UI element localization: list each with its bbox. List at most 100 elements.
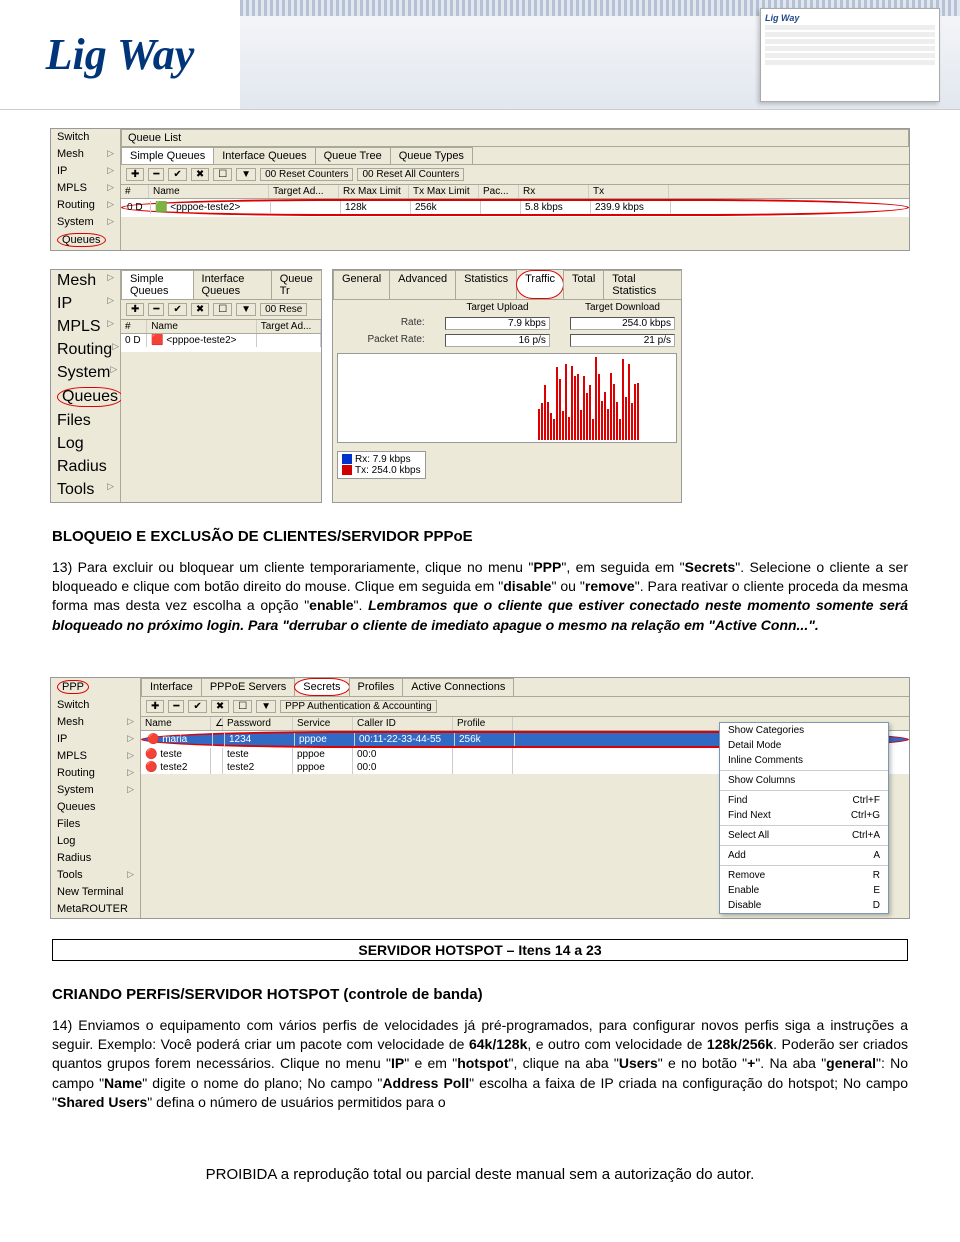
tab[interactable]: Simple Queues [121, 147, 214, 164]
side-menu-item[interactable]: Mesh▷ [51, 714, 140, 731]
side-menu-item[interactable]: IP▷ [51, 163, 120, 180]
side-menu-item[interactable]: IP▷ [51, 293, 120, 316]
side-menu-item[interactable]: Log [51, 433, 120, 456]
side-menu-item[interactable]: MetaROUTER [51, 901, 140, 918]
tab[interactable]: Queue Types [390, 147, 473, 164]
legend-tx: Tx: 254.0 kbps [355, 465, 421, 476]
toolbar-button[interactable]: ✖ [211, 700, 229, 713]
tab[interactable]: Interface [141, 678, 202, 696]
context-menu-item[interactable]: Detail Mode [720, 738, 888, 753]
table-row[interactable]: 0 D🟩 <pppoe-teste2>128k256k5.8 kbps239.9… [121, 199, 909, 216]
context-menu-item[interactable]: Select AllCtrl+A [720, 828, 888, 843]
toolbar-button[interactable]: ✔ [168, 168, 186, 181]
side-menu-item[interactable]: MPLS▷ [51, 316, 120, 339]
toolbar-button[interactable]: ▼ [256, 700, 276, 713]
tab[interactable]: Active Connections [402, 678, 514, 696]
side-menu-item[interactable]: Queues [51, 799, 140, 816]
toolbar-button[interactable]: 00 Reset Counters [260, 168, 353, 181]
side-menu-item[interactable]: Switch [51, 129, 120, 146]
tab[interactable]: Simple Queues [121, 270, 194, 299]
tab[interactable]: Statistics [455, 270, 517, 299]
side-menu-item[interactable]: System▷ [51, 782, 140, 799]
side-menu-item[interactable]: New Terminal [51, 884, 140, 901]
side-menu-item[interactable]: Files [51, 816, 140, 833]
side-menu-item[interactable]: Tools▷ [51, 479, 120, 502]
side-menu-item[interactable]: MPLS▷ [51, 748, 140, 765]
toolbar-button[interactable]: ☐ [233, 700, 252, 713]
tab[interactable]: Profiles [349, 678, 404, 696]
tab[interactable]: Total [563, 270, 604, 299]
packet-down: 21 p/s [570, 334, 675, 347]
tab[interactable]: Traffic [516, 270, 564, 299]
context-menu-item[interactable]: DisableD [720, 898, 888, 913]
toolbar-2: ✚ ━ ✔ ✖ ☐ ▼ 00 Rese [121, 300, 321, 320]
side-menu-item[interactable]: System▷ [51, 362, 120, 385]
toolbar-button[interactable]: ✖ [191, 168, 209, 181]
side-menu-item[interactable]: Queues [51, 385, 120, 410]
toolbar-button[interactable]: 00 Rese [260, 303, 307, 316]
toolbar-button[interactable]: ━ [168, 700, 184, 713]
side-menu-item[interactable]: Routing▷ [51, 197, 120, 214]
context-menu-item[interactable]: Inline Comments [720, 753, 888, 768]
table-row[interactable]: 0 D🟥 <pppoe-teste2> [121, 334, 321, 347]
toolbar-button[interactable]: PPP Authentication & Accounting [280, 700, 437, 713]
screenshot-secrets: PPPSwitchMesh▷IP▷MPLS▷Routing▷System▷Que… [50, 677, 910, 919]
side-menu-item[interactable]: Radius [51, 850, 140, 867]
toolbar-button[interactable]: ✔ [168, 303, 186, 316]
rate-up: 7.9 kbps [445, 317, 550, 330]
tab[interactable]: Total Statistics [603, 270, 682, 299]
toolbar-button[interactable]: ☐ [213, 168, 232, 181]
side-menu-item[interactable]: Mesh▷ [51, 146, 120, 163]
side-menu-item[interactable]: Queues [51, 231, 120, 250]
context-menu-item[interactable]: Find NextCtrl+G [720, 808, 888, 823]
tab[interactable]: Queue Tree [315, 147, 391, 164]
toolbar-button[interactable]: ▼ [236, 303, 256, 316]
heading-13: BLOQUEIO E EXCLUSÃO DE CLIENTES/SERVIDOR… [52, 527, 908, 548]
side-menu-item[interactable]: IP▷ [51, 731, 140, 748]
toolbar-button[interactable]: 00 Reset All Counters [357, 168, 464, 181]
side-menu-item[interactable]: Routing▷ [51, 339, 120, 362]
toolbar-button[interactable]: ━ [148, 168, 164, 181]
context-menu-item[interactable]: Show Categories [720, 723, 888, 738]
toolbar-button[interactable]: ▼ [236, 168, 256, 181]
context-menu-item[interactable]: FindCtrl+F [720, 793, 888, 808]
context-menu[interactable]: Show CategoriesDetail ModeInline Comment… [719, 722, 889, 914]
context-menu-item[interactable]: RemoveR [720, 868, 888, 883]
side-menu-item[interactable]: Tools▷ [51, 867, 140, 884]
toolbar-button[interactable]: ☐ [213, 303, 232, 316]
paragraph-14: 14) Enviamos o equipamento com vários pe… [52, 1016, 908, 1113]
tabs-3: InterfacePPPoE ServersSecretsProfilesAct… [141, 678, 909, 697]
toolbar-button[interactable]: ✚ [146, 700, 164, 713]
tab[interactable]: Queue Tr [271, 270, 322, 299]
toolbar-button[interactable]: ✚ [126, 303, 144, 316]
tab[interactable]: General [333, 270, 390, 299]
context-menu-item[interactable]: Show Columns [720, 773, 888, 788]
toolbar-button[interactable]: ✚ [126, 168, 144, 181]
side-menu-item[interactable]: Files [51, 410, 120, 433]
tab[interactable]: Secrets [294, 678, 349, 696]
tab[interactable]: Interface Queues [193, 270, 272, 299]
side-menu-item[interactable]: Mesh▷ [51, 270, 120, 293]
side-menu-item[interactable]: Routing▷ [51, 765, 140, 782]
side-menu-item[interactable]: System▷ [51, 214, 120, 231]
side-menu-item[interactable]: Log [51, 833, 140, 850]
side-menu-3: PPPSwitchMesh▷IP▷MPLS▷Routing▷System▷Que… [51, 678, 141, 918]
context-menu-item[interactable]: EnableE [720, 883, 888, 898]
download-label: Target Download [570, 302, 675, 313]
tab[interactable]: PPPoE Servers [201, 678, 295, 696]
upload-label: Target Upload [445, 302, 550, 313]
tab[interactable]: Interface Queues [213, 147, 315, 164]
context-menu-item[interactable]: AddA [720, 848, 888, 863]
screenshot-traffic: Mesh▷IP▷MPLS▷Routing▷System▷QueuesFilesL… [50, 269, 910, 503]
tabs-1: Simple QueuesInterface QueuesQueue TreeQ… [121, 147, 909, 165]
logo-cell: Lig Way [0, 0, 240, 109]
side-menu-item[interactable]: MPLS▷ [51, 180, 120, 197]
toolbar-button[interactable]: ━ [148, 303, 164, 316]
toolbar-button[interactable]: ✔ [188, 700, 206, 713]
side-menu-item[interactable]: PPP [51, 678, 140, 697]
side-menu-item[interactable]: Switch [51, 697, 140, 714]
toolbar-button[interactable]: ✖ [191, 303, 209, 316]
section-14: CRIANDO PERFIS/SERVIDOR HOTSPOT (control… [0, 975, 960, 1136]
side-menu-item[interactable]: Radius [51, 456, 120, 479]
tab[interactable]: Advanced [389, 270, 456, 299]
